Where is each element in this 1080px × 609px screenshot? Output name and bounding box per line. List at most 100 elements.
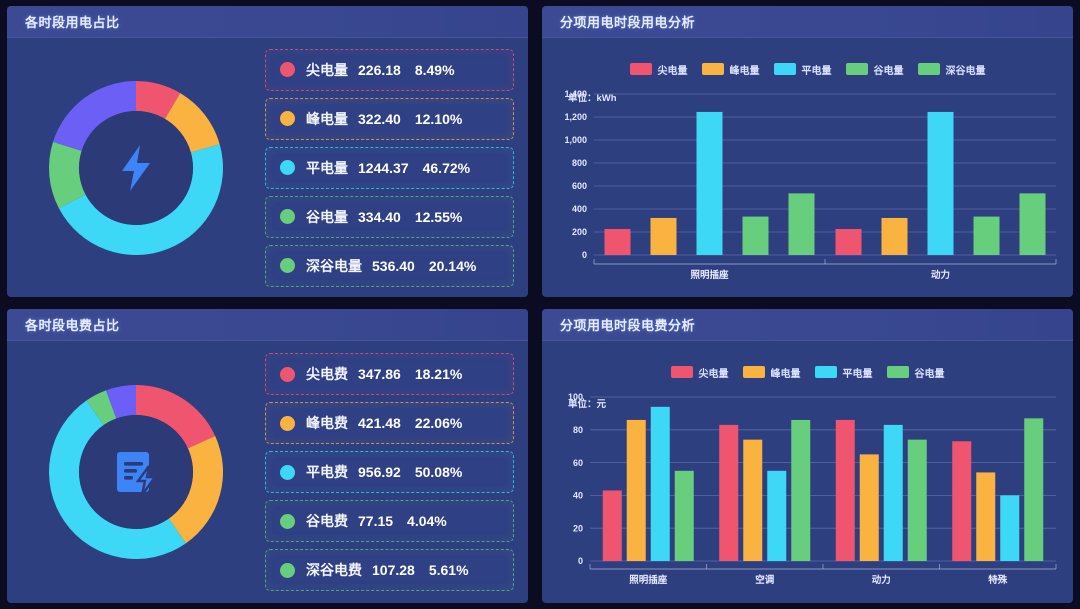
bar[interactable] [1000, 495, 1020, 561]
legend-item[interactable]: 深谷电量 [917, 62, 986, 77]
list-item[interactable]: 峰电量 322.40 12.10% [265, 97, 514, 140]
legend-percent: 22.06% [414, 415, 463, 431]
list-item[interactable]: 平电量 1244.37 46.72% [265, 146, 514, 189]
panel-header-cost-share: 各时段电费占比 [7, 309, 528, 341]
legend-dot-icon [280, 111, 295, 126]
bar[interactable] [674, 470, 694, 561]
donut-cost-svg [48, 385, 224, 559]
legend-label: 平电量 [306, 159, 348, 176]
bar[interactable] [604, 229, 631, 255]
list-item[interactable]: 峰电费 421.48 22.06% [265, 402, 514, 444]
bar-chart-usage-by-item[interactable]: 02004006008001,0001,2001,400照明插座 动力 [542, 84, 1070, 289]
bar[interactable] [952, 441, 972, 561]
legend-percent: 12.10% [414, 110, 463, 127]
panel-cost-by-item: 分项用电时段电费分析 尖电量 峰电量 平电量 谷电量 单位：元 0 20 40 60 80 10… [542, 309, 1073, 603]
bar[interactable] [788, 193, 815, 255]
legend-label: 谷电量 [914, 368, 945, 380]
legend-item[interactable]: 谷电量 [845, 62, 904, 77]
legend-swatch-icon [773, 63, 796, 75]
panel-usage-by-item: 分项用电时段用电分析 尖电量 峰电量 平电量 谷电量 深谷电量 单位：kWh 0 200 4… [542, 6, 1073, 297]
x-axis-category-label: 动力 [931, 269, 950, 281]
legend-swatch-icon [742, 366, 765, 378]
bar[interactable] [976, 472, 996, 561]
legend-list-usage: 尖电量 226.18 8.49% 峰电量 322.40 12.10% 平电量 1… [265, 38, 528, 297]
legend-value: 536.40 [372, 257, 415, 274]
bar[interactable] [883, 424, 903, 561]
y-axis-tick-label: 0 [578, 556, 583, 566]
legend-value: 421.48 [358, 415, 401, 431]
bar[interactable] [650, 406, 670, 561]
legend-percent: 46.72% [422, 159, 471, 176]
bar[interactable] [742, 216, 769, 255]
bar[interactable] [927, 111, 954, 255]
list-item[interactable]: 尖电费 347.86 18.21% [265, 353, 514, 395]
bar[interactable] [907, 439, 927, 561]
bar[interactable] [626, 419, 646, 561]
list-item[interactable]: 深谷电量 536.40 20.14% [265, 244, 514, 287]
legend-swatch-icon [886, 366, 909, 378]
legend-percent: 8.49% [414, 61, 455, 78]
legend-dot-icon [280, 464, 295, 480]
bar[interactable] [835, 229, 862, 255]
legend-percent: 18.21% [414, 366, 463, 382]
bar[interactable] [767, 470, 787, 561]
legend-label: 尖电量 [657, 65, 688, 77]
y-axis-tick-label: 0 [582, 250, 587, 260]
bar[interactable] [1024, 418, 1044, 561]
y-axis-tick-label: 1,000 [564, 135, 587, 145]
bar[interactable] [719, 424, 739, 561]
legend-label: 平电费 [306, 464, 348, 480]
legend-label: 峰电量 [770, 368, 801, 380]
bar[interactable] [602, 490, 622, 561]
legend-dot-icon [280, 258, 295, 273]
y-axis-tick-label: 200 [572, 227, 587, 237]
legend-label: 谷电费 [306, 513, 348, 529]
legend-item[interactable]: 尖电量 [629, 62, 688, 77]
panel-header-usage-share: 各时段用电占比 [7, 6, 528, 38]
chart-legend-usage-by-item: 尖电量 峰电量 平电量 谷电量 深谷电量 [542, 54, 1073, 84]
legend-value: 226.18 [358, 61, 401, 78]
list-item[interactable]: 尖电量 226.18 8.49% [265, 48, 514, 91]
bar[interactable] [791, 419, 811, 561]
list-item[interactable]: 深谷电费 107.28 5.61% [265, 549, 514, 591]
y-axis-tick-label: 800 [572, 158, 587, 168]
legend-value: 334.40 [358, 208, 401, 225]
donut-chart-usage[interactable] [7, 38, 265, 297]
legend-item[interactable]: 谷电量 [886, 365, 945, 380]
legend-label: 峰电量 [729, 65, 760, 77]
bar[interactable] [881, 217, 908, 255]
y-axis-tick-label: 600 [572, 181, 587, 191]
legend-dot-icon [280, 562, 295, 578]
bar[interactable] [859, 454, 879, 561]
panel-cost-share: 各时段电费占比 尖电费 347.86 18.21% 峰电费 421.48 22.… [7, 309, 528, 603]
bar[interactable] [835, 419, 855, 561]
legend-item[interactable]: 平电量 [773, 62, 832, 77]
legend-label: 深谷电费 [306, 562, 362, 578]
legend-label: 平电量 [842, 368, 873, 380]
bar[interactable] [650, 217, 677, 255]
list-item[interactable]: 平电费 956.92 50.08% [265, 451, 514, 493]
list-item[interactable]: 谷电费 77.15 4.04% [265, 500, 514, 542]
bar[interactable] [743, 439, 763, 561]
legend-item[interactable]: 峰电量 [701, 62, 760, 77]
axis-unit-label: 单位：kWh [568, 93, 617, 104]
x-axis-category-label: 照明插座 [629, 574, 668, 586]
legend-percent: 50.08% [414, 464, 463, 480]
legend-percent: 12.55% [414, 208, 463, 225]
list-item[interactable]: 谷电量 334.40 12.55% [265, 195, 514, 238]
legend-item[interactable]: 尖电量 [670, 365, 729, 380]
donut-chart-cost[interactable] [7, 341, 265, 603]
chart-legend-cost-by-item: 尖电量 峰电量 平电量 谷电量 [542, 357, 1073, 387]
page-title-cost-by-item: 分项用电时段电费分析 [560, 318, 696, 333]
x-axis-category-label: 照明插座 [690, 269, 729, 281]
bar[interactable] [1019, 193, 1046, 255]
donut-hub [79, 415, 193, 529]
panel-usage-share: 各时段用电占比 尖电量 226.18 8.49% 峰电量 322.40 12.1… [7, 6, 528, 297]
bar[interactable] [973, 216, 1000, 255]
bar[interactable] [696, 111, 723, 255]
bar-chart-cost-by-item[interactable]: 020406080100照明插座 空调 动力 特殊 [542, 387, 1070, 595]
legend-item[interactable]: 峰电量 [742, 365, 801, 380]
panel-body-cost-by-item: 尖电量 峰电量 平电量 谷电量 单位：元 0 20 40 60 80 100 照明插座 空调 动力 特殊 [542, 341, 1073, 603]
legend-label: 深谷电量 [945, 65, 986, 77]
legend-item[interactable]: 平电量 [814, 365, 873, 380]
